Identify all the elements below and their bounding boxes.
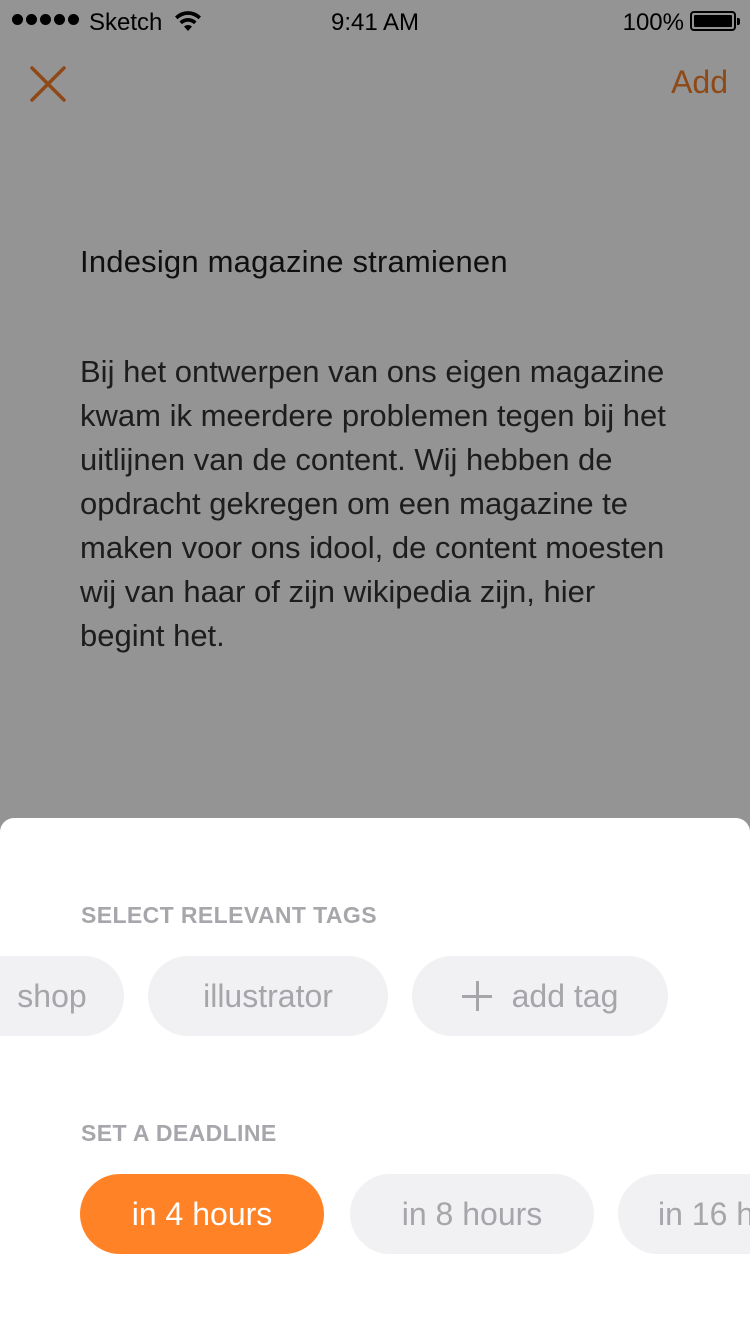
tag-chip[interactable]: illustrator	[148, 956, 388, 1036]
deadline-option[interactable]: in 16 hours	[618, 1174, 750, 1254]
deadline-section-label: SET A DEADLINE	[81, 1120, 277, 1146]
tag-chip-label: shop	[17, 977, 87, 1014]
tag-chip-label: illustrator	[203, 977, 333, 1014]
add-tag-button[interactable]: add tag	[412, 956, 668, 1036]
deadline-option-selected[interactable]: in 4 hours	[80, 1174, 324, 1254]
deadline-option[interactable]: in 8 hours	[350, 1174, 594, 1254]
plus-icon	[461, 981, 492, 1011]
deadline-option-label: in 16 hours	[658, 1195, 750, 1232]
deadline-option-label: in 4 hours	[131, 1195, 273, 1232]
add-tag-label: add tag	[511, 977, 619, 1014]
tag-chip[interactable]: shop	[0, 956, 124, 1036]
deadline-option-label: in 8 hours	[401, 1195, 543, 1232]
tags-section-label: SELECT RELEVANT TAGS	[81, 902, 377, 928]
options-sheet: SELECT RELEVANT TAGS shop illustrator ad…	[0, 818, 750, 1334]
